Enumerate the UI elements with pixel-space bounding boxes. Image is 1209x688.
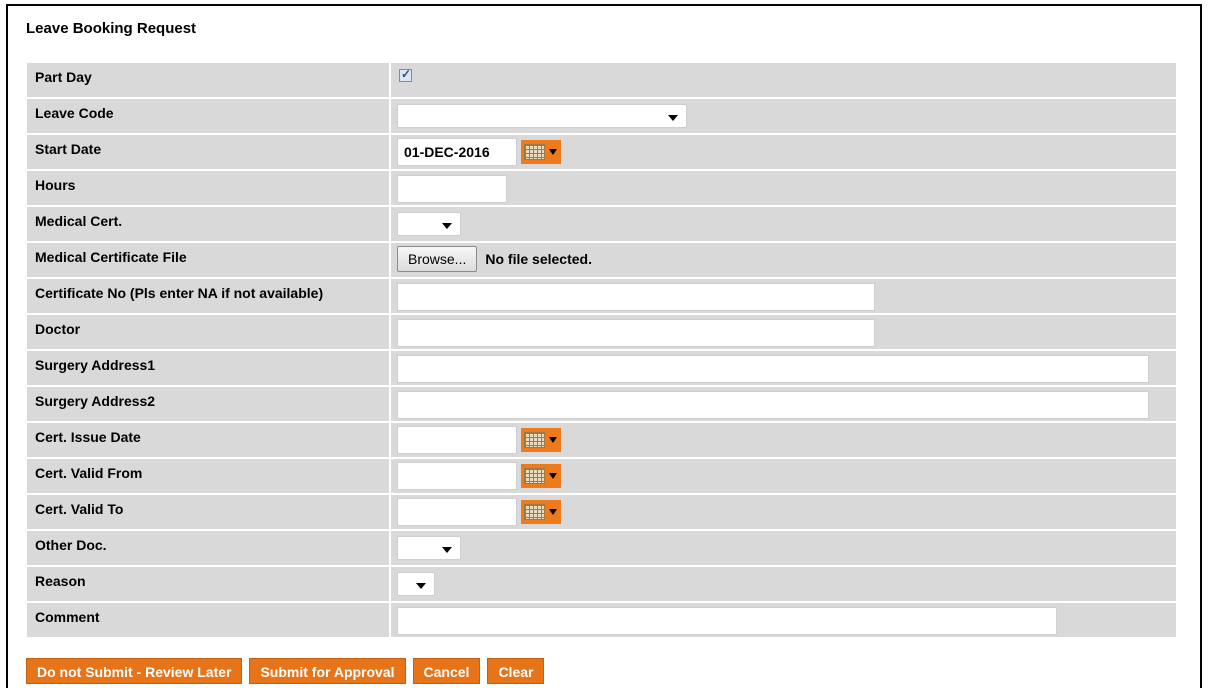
other-doc-label: Other Doc. [27,531,391,565]
check-icon: ✓ [401,67,412,81]
chevron-down-icon [442,547,452,553]
chevron-down-icon [549,509,557,515]
row-doctor: Doctor [27,315,1176,349]
leave-code-label: Leave Code [27,99,391,133]
surgery-address1-input[interactable] [397,355,1149,383]
doctor-input[interactable] [397,319,875,347]
cert-valid-to-input[interactable] [397,498,517,526]
surgery-address2-input[interactable] [397,391,1149,419]
chevron-down-icon [549,437,557,443]
row-leave-code: Leave Code [27,99,1176,133]
calendar-icon [524,504,545,520]
leave-form: Part Day ✓ Leave Code Start Date 01-DEC-… [27,61,1176,639]
part-day-label: Part Day [27,63,391,97]
row-medical-cert-file: Medical Certificate File Browse... No fil… [27,243,1176,277]
cancel-button[interactable]: Cancel [412,658,481,684]
calendar-icon [524,144,545,160]
cert-valid-from-input[interactable] [397,462,517,490]
medical-cert-select[interactable] [397,212,461,236]
medical-cert-label: Medical Cert. [27,207,391,241]
file-status: No file selected. [485,251,592,267]
row-certificate-no: Certificate No (Pls enter NA if not avai… [27,279,1176,313]
cert-issue-date-input[interactable] [397,426,517,454]
hours-label: Hours [27,171,391,205]
chevron-down-icon [549,149,557,155]
review-later-button[interactable]: Do not Submit - Review Later [26,658,243,684]
row-cert-issue-date: Cert. Issue Date [27,423,1176,457]
row-comment: Comment [27,603,1176,637]
leave-booking-panel: Leave Booking Request Part Day ✓ Leave C… [6,4,1202,688]
calendar-button[interactable] [521,464,561,488]
cert-valid-to-label: Cert. Valid To [27,495,391,529]
comment-input[interactable] [397,607,1057,635]
certificate-no-input[interactable] [397,283,875,311]
row-surgery-address1: Surgery Address1 [27,351,1176,385]
row-other-doc: Other Doc. [27,531,1176,565]
surgery-address2-label: Surgery Address2 [27,387,391,421]
cert-valid-from-label: Cert. Valid From [27,459,391,493]
other-doc-select[interactable] [397,536,461,560]
row-part-day: Part Day ✓ [27,63,1176,97]
row-start-date: Start Date 01-DEC-2016 [27,135,1176,169]
chevron-down-icon [442,223,452,229]
medical-cert-file-label: Medical Certificate File [27,243,391,277]
start-date-label: Start Date [27,135,391,169]
surgery-address1-label: Surgery Address1 [27,351,391,385]
chevron-down-icon [416,583,426,589]
hours-input[interactable] [397,175,507,203]
row-cert-valid-from: Cert. Valid From [27,459,1176,493]
calendar-button[interactable] [521,428,561,452]
doctor-label: Doctor [27,315,391,349]
page-title: Leave Booking Request [26,20,197,37]
chevron-down-icon [668,115,678,121]
row-surgery-address2: Surgery Address2 [27,387,1176,421]
action-bar: Do not Submit - Review Later Submit for A… [26,658,551,684]
calendar-icon [524,432,545,448]
calendar-button[interactable] [521,140,561,164]
reason-select[interactable] [397,572,435,596]
clear-button[interactable]: Clear [487,658,545,684]
leave-code-select[interactable] [397,104,687,128]
submit-button[interactable]: Submit for Approval [249,658,406,684]
cert-issue-date-label: Cert. Issue Date [27,423,391,457]
certificate-no-label: Certificate No (Pls enter NA if not avai… [27,279,391,313]
row-reason: Reason [27,567,1176,601]
reason-label: Reason [27,567,391,601]
comment-label: Comment [27,603,391,637]
part-day-checkbox[interactable]: ✓ [399,67,412,82]
browse-button[interactable]: Browse... [397,246,478,272]
row-hours: Hours [27,171,1176,205]
calendar-icon [524,468,545,484]
chevron-down-icon [549,473,557,479]
row-cert-valid-to: Cert. Valid To [27,495,1176,529]
start-date-input[interactable]: 01-DEC-2016 [397,138,517,166]
row-medical-cert: Medical Cert. [27,207,1176,241]
calendar-button[interactable] [521,500,561,524]
